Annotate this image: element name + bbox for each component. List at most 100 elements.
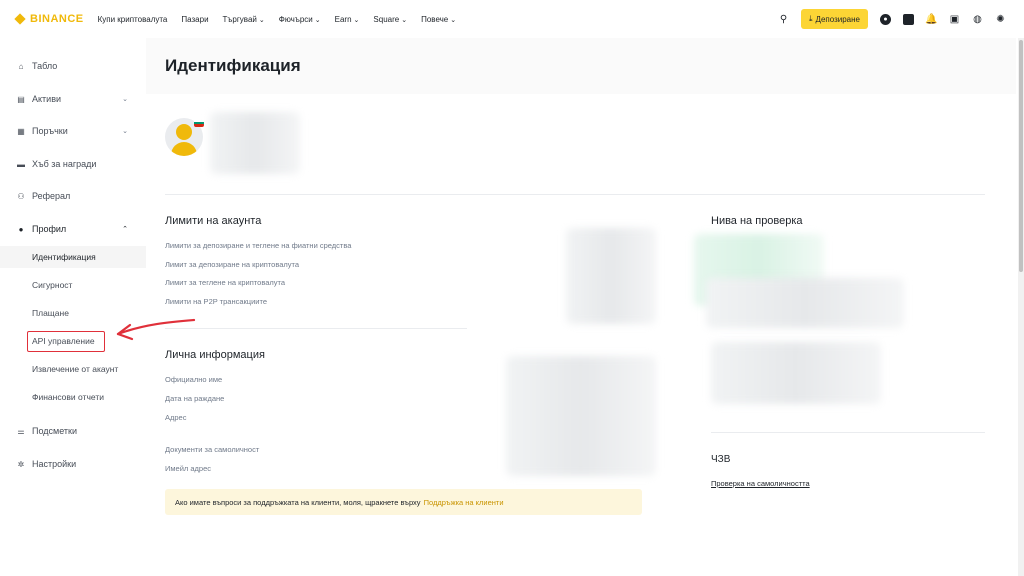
limit-crypto-deposit-link[interactable]: Лимит за депозиране на криптовалута: [165, 260, 299, 269]
verification-levels-heading: Нива на проверка: [711, 215, 803, 227]
subitem-label: Сигурност: [32, 280, 73, 290]
wallet-icon[interactable]: [903, 13, 914, 25]
download-icon: ⤓: [808, 14, 813, 23]
sidebar-item-label: Подсметки: [32, 426, 78, 436]
chevron-down-icon: ⌄: [450, 16, 457, 24]
sidebar-item-label: Реферал: [32, 191, 71, 201]
chevron-down-icon: ⌄: [353, 16, 360, 24]
scroll-thumb[interactable]: [1019, 40, 1023, 272]
limit-p2p-link[interactable]: Лимити на P2P трансакциите: [165, 297, 267, 306]
personal-info-heading: Лична информация: [165, 349, 265, 361]
sidebar-subitem-security[interactable]: Сигурност: [0, 274, 146, 296]
subitem-label: Плащане: [32, 308, 69, 318]
sidebar-subitem-identification[interactable]: Идентификация: [0, 246, 146, 268]
api-highlight-box: [27, 331, 105, 352]
nav-square[interactable]: Square ⌄: [373, 15, 407, 24]
nav-markets[interactable]: Пазари: [181, 15, 208, 24]
main-nav: Купи криптовалута Пазари Търгувай ⌄ Фючър…: [98, 15, 457, 24]
sidebar-item-label: Активи: [32, 94, 61, 104]
limit-fiat-link[interactable]: Лимити за депозиране и теглене на фиатни…: [165, 241, 351, 250]
email-label: Имейл адрес: [165, 464, 212, 473]
limit-crypto-withdraw-link[interactable]: Лимит за теглене на криптовалута: [165, 278, 285, 287]
subitem-label: Идентификация: [32, 252, 96, 262]
page-title: Идентификация: [165, 56, 301, 75]
binance-logo[interactable]: BINANCE: [14, 13, 84, 25]
notice-text: Ако имате въпроси за поддръжката на клие…: [175, 497, 421, 507]
subitem-label: Финансови отчети: [32, 392, 104, 402]
download-app-icon[interactable]: ▣: [949, 14, 960, 25]
sidebar: ⌂ Табло ▤ Активи ⌄ ▦ Поръчки ⌄ ▬ Хъб за …: [0, 38, 146, 576]
sidebar-item-dashboard[interactable]: ⌂ Табло: [0, 54, 146, 78]
divider: [165, 328, 467, 329]
blurred-limits-values: [566, 228, 656, 324]
nav-trade[interactable]: Търгувай ⌄: [223, 15, 265, 24]
sidebar-item-label: Настройки: [32, 459, 77, 469]
sidebar-item-referral[interactable]: ⚇ Реферал: [0, 184, 146, 208]
user-plus-icon: ⚇: [17, 191, 25, 201]
orders-icon: ▦: [17, 126, 25, 136]
sidebar-item-profile[interactable]: ● Профил ⌃: [0, 217, 146, 241]
sidebar-item-label: Профил: [32, 224, 67, 234]
bulgaria-flag-icon: [194, 119, 204, 127]
legal-name-label: Официално име: [165, 375, 223, 384]
nav-label: Пазари: [181, 14, 209, 24]
blurred-personal-values: [506, 356, 656, 476]
sidebar-item-assets[interactable]: ▤ Активи ⌄: [0, 87, 146, 111]
sidebar-item-orders[interactable]: ▦ Поръчки ⌄: [0, 119, 146, 143]
nav-earn[interactable]: Earn ⌄: [335, 15, 360, 24]
sidebar-subitem-financial-reports[interactable]: Финансови отчети: [0, 386, 146, 408]
nav-label: Square: [373, 14, 400, 24]
nav-buy-crypto[interactable]: Купи криптовалута: [98, 15, 168, 24]
nav-label: Фючърси: [278, 14, 313, 24]
blurred-verification-status: [711, 342, 881, 404]
nav-futures[interactable]: Фючърси ⌄: [279, 15, 321, 24]
chevron-down-icon: ⌄: [258, 16, 265, 24]
theme-icon[interactable]: ✺: [995, 14, 1006, 25]
blurred-verification-details: [706, 278, 904, 328]
sidebar-item-label: Хъб за награди: [32, 159, 97, 169]
deposit-button[interactable]: ⤓ Депозиране: [800, 9, 868, 29]
chevron-up-icon: ⌃: [122, 226, 128, 233]
user-icon: ●: [18, 224, 24, 234]
chevron-down-icon: ⌄: [314, 16, 321, 24]
wallet-icon: ▤: [17, 94, 25, 104]
chevron-down-icon: ⌄: [122, 128, 128, 135]
birth-date-label: Дата на раждане: [165, 394, 225, 403]
bell-icon[interactable]: 🔔: [925, 14, 937, 25]
nav-label: Купи криптовалута: [97, 14, 168, 24]
sidebar-item-label: Поръчки: [32, 126, 68, 136]
nav-label: Earn: [334, 14, 352, 24]
divider: [165, 194, 985, 195]
support-notice: Ако имате въпроси за поддръжката на клие…: [165, 489, 642, 515]
globe-icon[interactable]: ◍: [972, 14, 983, 25]
binance-logo-icon: [14, 13, 26, 25]
sidebar-item-rewards-hub[interactable]: ▬ Хъб за награди: [0, 152, 146, 176]
sidebar-item-settings[interactable]: ✲ Настройки: [0, 452, 146, 476]
subitem-label: Извлечение от акаунт: [32, 364, 119, 374]
blurred-profile-info: [210, 112, 300, 174]
nav-more[interactable]: Повече ⌄: [421, 15, 456, 24]
nav-label: Повече: [421, 14, 449, 24]
chevron-down-icon: ⌄: [401, 16, 408, 24]
customer-support-link[interactable]: Поддръжка на клиенти: [424, 498, 504, 507]
avatar-head: [176, 124, 192, 140]
chevron-down-icon: ⌄: [122, 96, 128, 103]
sidebar-item-label: Табло: [32, 61, 58, 71]
address-label: Адрес: [165, 413, 187, 422]
search-icon[interactable]: ⚲: [778, 14, 789, 25]
faq-heading: ЧЗВ: [711, 454, 731, 465]
id-documents-label: Документи за самоличност: [165, 445, 260, 454]
nav-label: Търгувай: [222, 14, 257, 24]
faq-identity-verification-link[interactable]: Проверка на самоличността: [711, 479, 810, 488]
main-content: Идентификация Лимити на акаунта Лимити з…: [146, 38, 1016, 576]
top-right-actions: ⚲ ⤓ Депозиране ● 🔔 ▣ ◍ ✺: [778, 9, 1006, 29]
page-scrollbar[interactable]: [1018, 38, 1024, 576]
user-icon[interactable]: ●: [880, 13, 891, 25]
top-navbar: BINANCE Купи криптовалута Пазари Търгува…: [0, 0, 1024, 38]
sidebar-subitem-account-statement[interactable]: Извлечение от акаунт: [0, 358, 146, 380]
ticket-icon: ▬: [17, 159, 25, 169]
avatar-body: [171, 142, 197, 156]
limits-heading: Лимити на акаунта: [165, 215, 262, 227]
sidebar-item-subaccounts[interactable]: ⚌ Подсметки: [0, 419, 146, 443]
home-icon: ⌂: [18, 61, 24, 71]
